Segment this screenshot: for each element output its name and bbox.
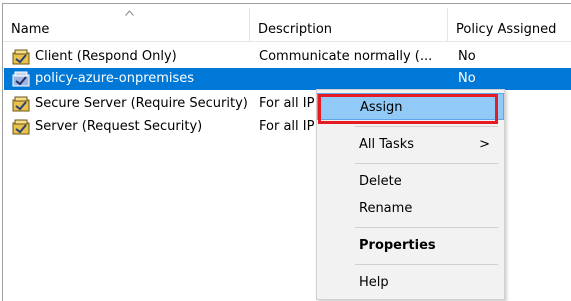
menu-item-rename-label: Rename	[359, 201, 413, 216]
menu-separator	[355, 163, 498, 164]
column-header-description-label: Description	[258, 22, 333, 37]
menu-item-help-label: Help	[359, 275, 389, 290]
menu-item-delete[interactable]: Delete	[317, 168, 504, 195]
menu-separator	[355, 126, 498, 127]
highlight-annotation-box	[318, 94, 498, 124]
menu-item-all-tasks-label: All Tasks	[359, 137, 415, 152]
menu-separator	[355, 264, 498, 265]
menu-separator	[355, 227, 498, 228]
policy-shield-icon	[12, 96, 30, 112]
table-row[interactable]: Client (Respond Only) Communicate normal…	[4, 46, 571, 68]
column-header-description[interactable]: Description	[250, 4, 447, 41]
menu-item-delete-label: Delete	[359, 174, 402, 189]
sort-ascending-icon	[125, 10, 134, 16]
policy-shield-icon	[12, 119, 30, 135]
menu-item-rename[interactable]: Rename	[317, 195, 504, 222]
row-name: policy-azure-onpremises	[35, 71, 195, 86]
menu-item-all-tasks[interactable]: All Tasks >	[317, 131, 504, 158]
row-name: Server (Request Security)	[35, 119, 203, 134]
row-name: Client (Respond Only)	[35, 49, 177, 64]
table-row-selected[interactable]: policy-azure-onpremises No	[4, 68, 571, 90]
menu-item-properties[interactable]: Properties	[317, 232, 504, 259]
row-description: Communicate normally (...	[259, 49, 433, 64]
column-header-bar: Name Description Policy Assigned	[3, 4, 571, 42]
row-description: For all IP	[259, 119, 315, 134]
column-header-policy-assigned[interactable]: Policy Assigned	[448, 4, 571, 41]
menu-item-help[interactable]: Help	[317, 269, 504, 296]
policy-shield-icon	[12, 71, 30, 87]
row-assigned: No	[458, 71, 476, 86]
menu-item-properties-label: Properties	[359, 238, 436, 253]
policy-shield-icon	[12, 49, 30, 65]
row-name: Secure Server (Require Security)	[35, 96, 248, 111]
submenu-arrow-icon: >	[479, 137, 490, 152]
column-header-name-label: Name	[11, 22, 50, 37]
row-description: For all IP	[259, 96, 315, 111]
column-header-policy-assigned-label: Policy Assigned	[456, 22, 557, 37]
row-assigned: No	[458, 49, 476, 64]
